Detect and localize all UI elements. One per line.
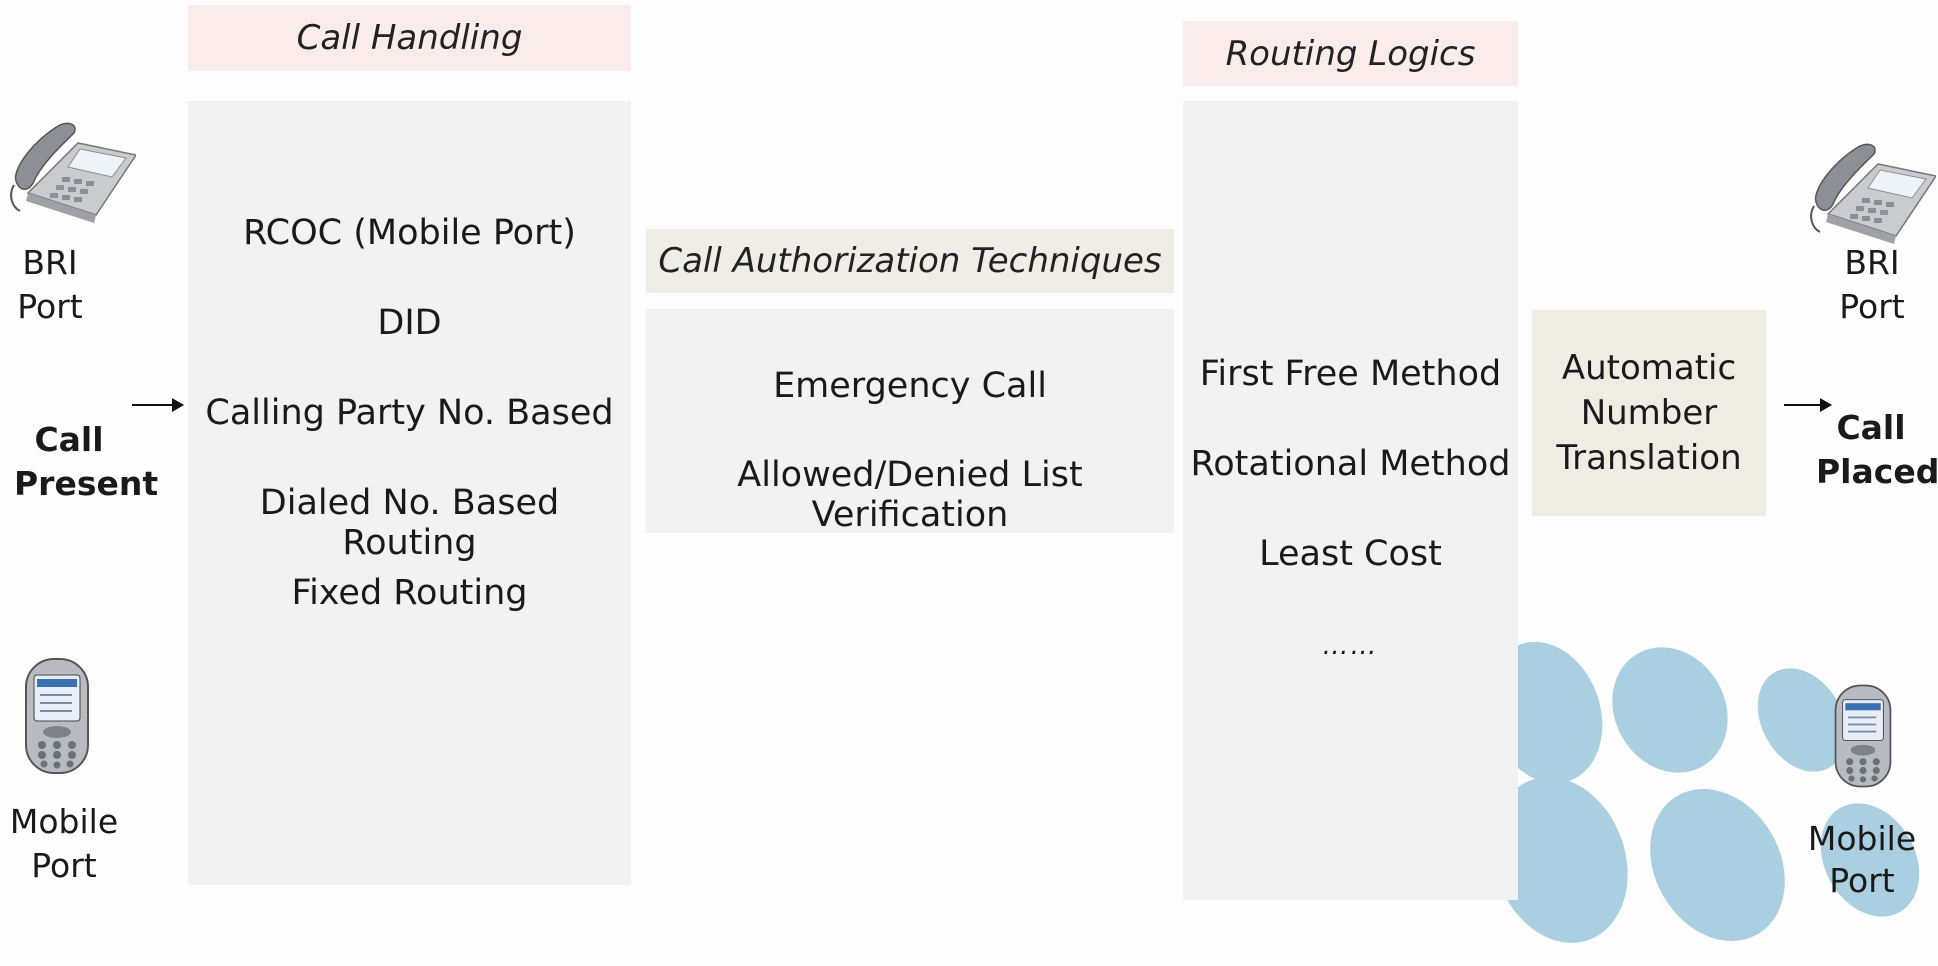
label-line: Mobile bbox=[1807, 819, 1917, 858]
label-line: BRI bbox=[1844, 243, 1900, 282]
routing-logics-ellipsis: …… bbox=[1322, 631, 1379, 661]
right-mobile-port-label: Mobile Port bbox=[1802, 818, 1922, 902]
call-authorization-header: Call Authorization Techniques bbox=[646, 229, 1174, 293]
right-bri-port-label: BRI Port bbox=[1832, 241, 1912, 329]
desk-phone-icon bbox=[8, 115, 138, 225]
label-line: Mobile bbox=[9, 802, 119, 841]
routing-logics-item: Least Cost bbox=[1259, 534, 1442, 574]
mobile-phone-icon bbox=[22, 657, 92, 775]
automatic-number-translation-box: Automatic Number Translation bbox=[1532, 310, 1766, 516]
ant-line: Translation bbox=[1556, 437, 1742, 478]
call-handling-item: RCOC (Mobile Port) bbox=[243, 213, 576, 253]
left-bri-port-label: BRI Port bbox=[14, 241, 86, 329]
desk-phone-icon bbox=[1808, 136, 1938, 246]
label-line: Call bbox=[34, 420, 104, 459]
call-handling-item: Fixed Routing bbox=[291, 573, 528, 613]
call-authorization-item: Allowed/Denied List Verification bbox=[737, 455, 1083, 535]
routing-logics-title: Routing Logics bbox=[1225, 33, 1476, 74]
call-authorization-title: Call Authorization Techniques bbox=[658, 241, 1162, 281]
routing-logics-panel: First Free Method Rotational Method Leas… bbox=[1183, 101, 1518, 900]
decor-blob bbox=[1589, 626, 1751, 794]
call-handling-item: DID bbox=[377, 303, 442, 343]
call-handling-item: Dialed No. Based Routing bbox=[259, 483, 560, 563]
label-line: Placed bbox=[1816, 452, 1938, 491]
label-line: Present bbox=[14, 464, 159, 503]
routing-logics-item: First Free Method bbox=[1199, 354, 1502, 394]
ant-line: Automatic bbox=[1561, 347, 1737, 388]
call-handling-title: Call Handling bbox=[296, 18, 523, 58]
call-handling-panel: RCOC (Mobile Port) DID Calling Party No.… bbox=[188, 101, 631, 885]
label-line: Port bbox=[31, 846, 97, 885]
label-line: Port bbox=[1839, 287, 1905, 326]
call-handling-item: Calling Party No. Based bbox=[205, 393, 614, 433]
call-authorization-item: Emergency Call bbox=[773, 366, 1047, 406]
label-line: Port bbox=[17, 287, 83, 326]
label-line: Call bbox=[1836, 408, 1906, 447]
call-placed-label: Call Placed bbox=[1816, 406, 1938, 494]
routing-logics-header: Routing Logics bbox=[1183, 21, 1518, 86]
arrow-in bbox=[132, 398, 184, 412]
call-handling-header: Call Handling bbox=[188, 5, 631, 71]
call-authorization-panel: Emergency Call Allowed/Denied List Verif… bbox=[646, 309, 1174, 535]
ant-line: Number bbox=[1580, 392, 1718, 433]
label-line: Port bbox=[1829, 861, 1895, 900]
left-mobile-port-label: Mobile Port bbox=[4, 800, 124, 888]
mobile-phone-icon bbox=[1832, 676, 1894, 796]
label-line: BRI bbox=[22, 243, 78, 282]
routing-logics-item: Rotational Method bbox=[1190, 444, 1511, 484]
decor-blob bbox=[1623, 764, 1812, 966]
call-present-label: Call Present bbox=[14, 418, 159, 506]
